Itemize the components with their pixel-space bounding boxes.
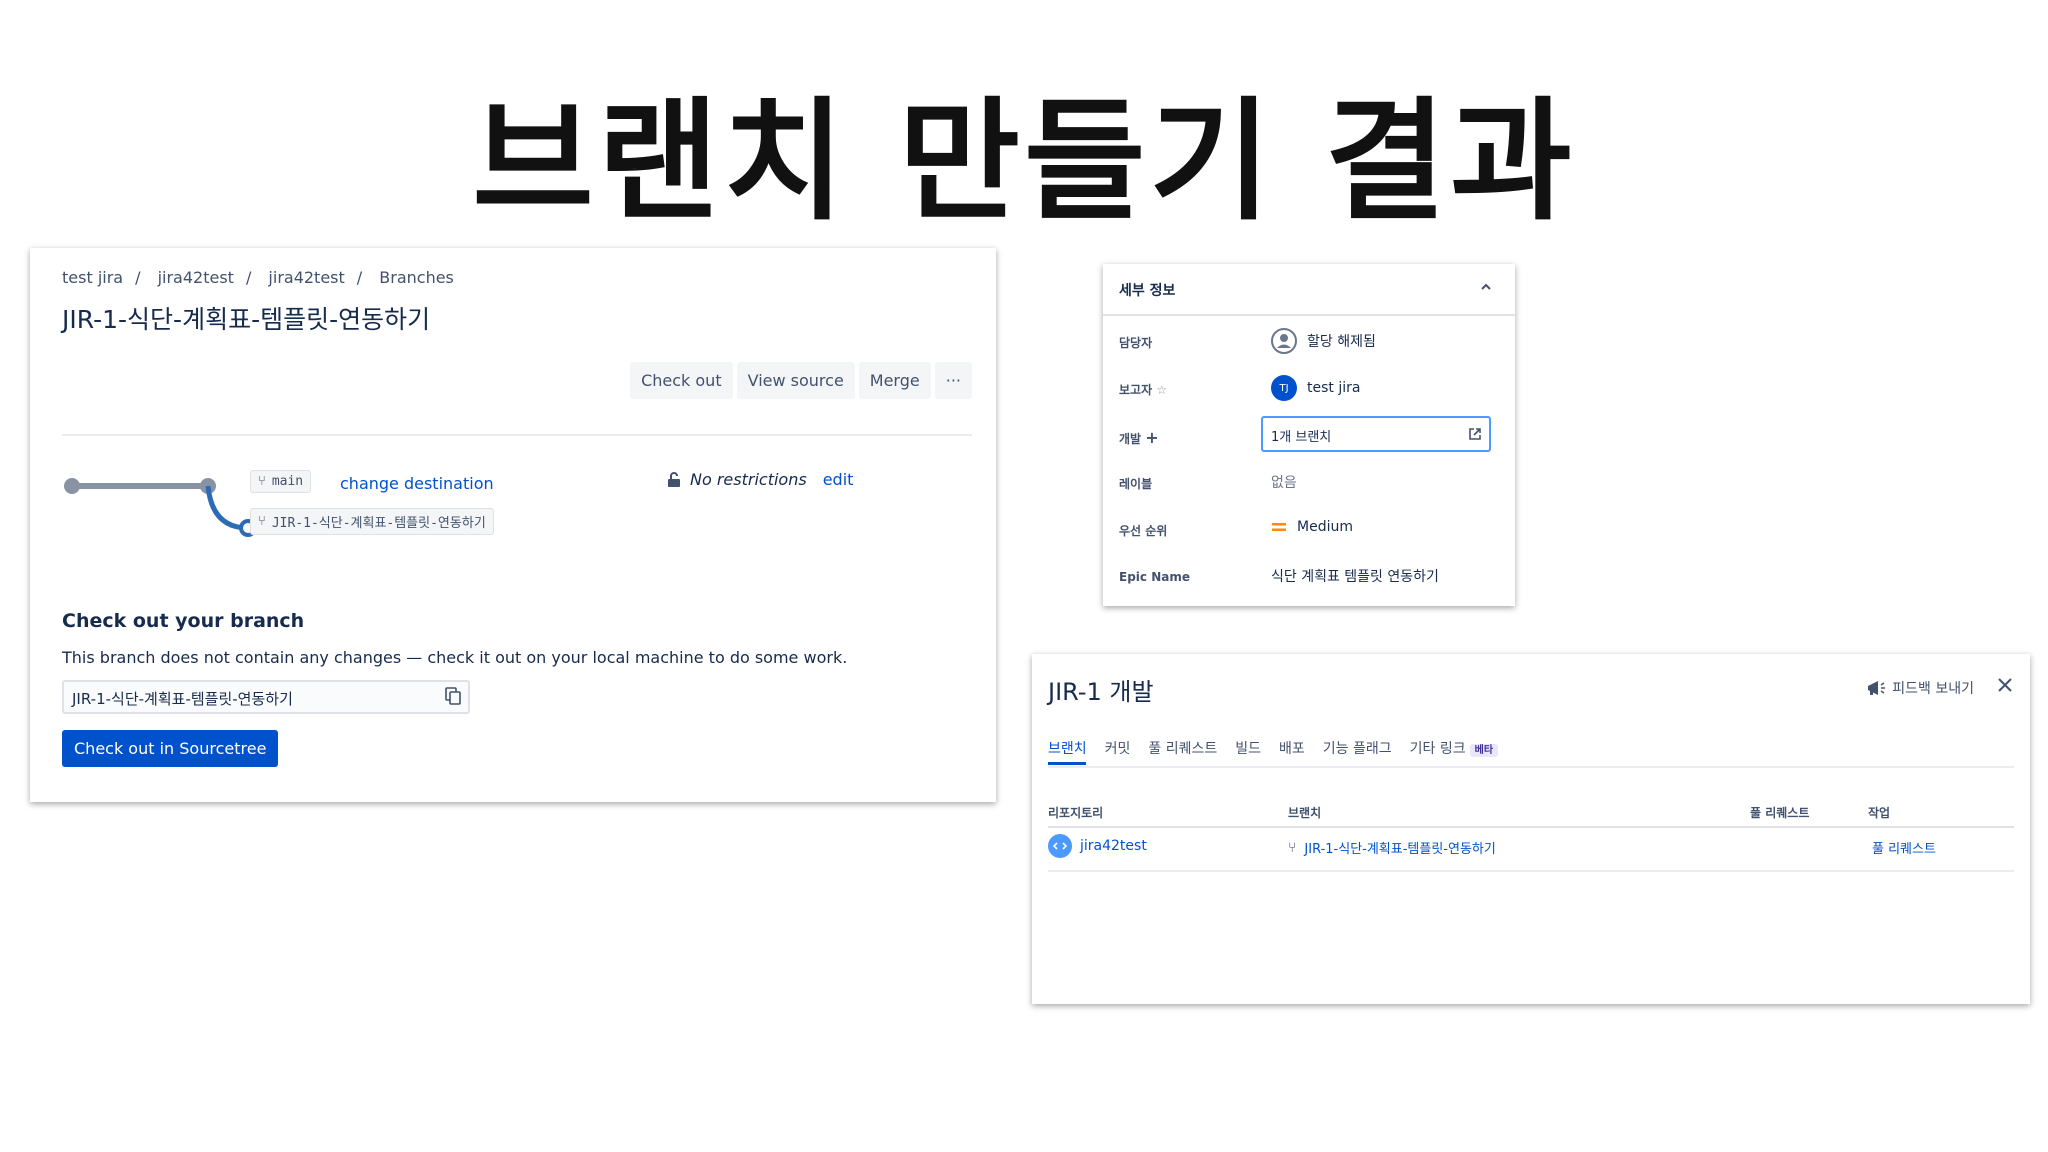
close-icon[interactable]	[1996, 676, 2014, 694]
megaphone-icon	[1868, 681, 1886, 695]
priority-value[interactable]: Medium	[1271, 519, 1353, 535]
breadcrumb-separator: /	[245, 268, 252, 287]
unlock-icon	[668, 471, 680, 487]
bitbucket-branch-panel: test jira / jira42test / jira42test / Branc…	[30, 248, 996, 802]
breadcrumb-item-project[interactable]: jira42test	[158, 268, 234, 287]
branch-link[interactable]: JIR-1-식단-계획표-템플릿-연동하기	[1304, 838, 1495, 857]
feedback-text: 피드백 보내기	[1892, 681, 1974, 697]
details-header-title: 세부 정보	[1119, 283, 1176, 299]
epic-label: Epic Name	[1119, 570, 1190, 584]
tab-pull-requests[interactable]: 풀 리퀘스트	[1148, 738, 1217, 758]
checkout-description: This branch does not contain any changes…	[62, 648, 848, 667]
repository-icon	[1048, 834, 1072, 858]
tab-builds[interactable]: 빌드	[1235, 738, 1261, 758]
copy-icon[interactable]	[444, 687, 462, 705]
breadcrumb-item-branches[interactable]: Branches	[379, 268, 454, 287]
dev-tabs: 브랜치 커밋 풀 리퀘스트 빌드 배포 기능 플래그 기타 링크 베타	[1048, 738, 1499, 758]
column-action: 작업	[1868, 806, 1891, 820]
beta-badge: 베타	[1469, 744, 1499, 757]
jira-dev-dialog: JIR-1 개발 피드백 보내기 브랜치 커밋 풀 리퀘스트 빌드 배포 기능 …	[1032, 654, 2030, 1004]
development-label: 개발 +	[1119, 428, 1159, 447]
repository-link[interactable]: jira42test	[1080, 838, 1147, 854]
branch-icon: ⑂	[258, 514, 266, 529]
branch-graph-icon	[64, 478, 257, 537]
tab-other-links-label: 기타 링크	[1409, 741, 1466, 757]
reporter-label-text: 보고자	[1119, 383, 1153, 397]
details-header[interactable]: 세부 정보	[1103, 264, 1515, 316]
merge-button[interactable]: Merge	[858, 362, 931, 399]
breadcrumb-separator: /	[135, 268, 141, 287]
priority-medium-icon	[1272, 523, 1286, 531]
table-row-branch[interactable]: ⑂ JIR-1-식단-계획표-템플릿-연동하기	[1288, 838, 1496, 858]
dialog-title: JIR-1 개발	[1048, 678, 1154, 706]
star-icon: ☆	[1156, 383, 1168, 397]
view-source-button[interactable]: View source	[736, 362, 855, 399]
reporter-label: 보고자 ☆	[1119, 381, 1167, 398]
restrictions-text: No restrictions	[690, 470, 807, 489]
more-actions-button[interactable]: ···	[934, 362, 972, 399]
column-repository: 리포지토리	[1048, 806, 1104, 820]
table-row-divider	[1048, 870, 2014, 872]
breadcrumb-item-repo[interactable]: jira42test	[268, 268, 344, 287]
branch-icon: ⑂	[1288, 839, 1297, 856]
development-label-text: 개발	[1119, 432, 1142, 446]
page-title: JIR-1-식단-계획표-템플릿-연동하기	[62, 305, 431, 334]
breadcrumb-separator: /	[356, 268, 363, 287]
development-value: 1개 브랜치	[1271, 430, 1332, 445]
assignee-value[interactable]: 할당 해제됨	[1271, 328, 1376, 354]
restrictions: No restrictions edit	[666, 470, 853, 489]
branch-name-value: JIR-1-식단-계획표-템플릿-연동하기	[72, 690, 293, 708]
create-pull-request-link[interactable]: 풀 리퀘스트	[1872, 838, 1936, 857]
epic-value[interactable]: 식단 계획표 템플릿 연동하기	[1271, 566, 1439, 586]
checkout-heading: Check out your branch	[62, 610, 305, 632]
assignee-text: 할당 해제됨	[1307, 334, 1376, 350]
external-link-icon	[1469, 428, 1481, 440]
labels-label: 레이블	[1119, 477, 1153, 491]
tab-deployments[interactable]: 배포	[1279, 738, 1305, 758]
assignee-label: 담당자	[1119, 336, 1153, 350]
priority-label: 우선 순위	[1119, 524, 1168, 538]
reporter-text: test jira	[1307, 380, 1361, 396]
reporter-value[interactable]: TJ test jira	[1271, 375, 1360, 401]
chevron-up-icon[interactable]	[1479, 280, 1493, 294]
slide-title: 브랜치 만들기 결과	[472, 85, 1576, 239]
checkout-sourcetree-button[interactable]: Check out in Sourcetree	[62, 730, 279, 767]
target-branch-pill: ⑂ main	[250, 470, 312, 493]
target-branch-name: main	[271, 474, 304, 489]
divider	[1048, 766, 2014, 768]
breadcrumb: test jira / jira42test / jira42test / Branc…	[62, 268, 454, 287]
reporter-avatar: TJ	[1271, 375, 1297, 401]
breadcrumb-item-workspace[interactable]: test jira	[62, 268, 123, 287]
branch-name-field[interactable]: JIR-1-식단-계획표-템플릿-연동하기	[62, 680, 470, 714]
tab-other-links[interactable]: 기타 링크 베타	[1409, 738, 1499, 758]
labels-value[interactable]: 없음	[1271, 472, 1297, 492]
plus-icon[interactable]: +	[1145, 428, 1158, 447]
development-branch-link[interactable]: 1개 브랜치	[1261, 416, 1491, 452]
priority-text: Medium	[1297, 519, 1353, 535]
edit-restrictions-link[interactable]: edit	[823, 470, 854, 489]
tab-branches[interactable]: 브랜치	[1048, 738, 1087, 758]
branch-icon: ⑂	[258, 474, 266, 489]
source-branch-name: JIR-1-식단-계획표-템플릿-연동하기	[271, 516, 486, 531]
feedback-button[interactable]: 피드백 보내기	[1866, 678, 1974, 698]
active-tab-indicator	[1048, 762, 1086, 765]
unassigned-avatar-icon	[1271, 328, 1297, 354]
change-destination-link[interactable]: change destination	[340, 474, 494, 493]
divider	[62, 434, 972, 436]
divider	[1048, 826, 2014, 828]
tab-commits[interactable]: 커밋	[1105, 738, 1131, 758]
jira-details-panel: 세부 정보 담당자 할당 해제됨 보고자 ☆ TJ test jira 개발 +…	[1103, 264, 1515, 606]
column-branch: 브랜치	[1288, 806, 1322, 820]
branch-actions: Check out View source Merge ···	[630, 362, 972, 399]
table-row-repository[interactable]: jira42test	[1048, 834, 1147, 858]
checkout-button[interactable]: Check out	[630, 362, 733, 399]
source-branch-pill: ⑂ JIR-1-식단-계획표-템플릿-연동하기	[250, 508, 494, 535]
column-pull-request: 풀 리퀘스트	[1750, 806, 1810, 820]
tab-feature-flags[interactable]: 기능 플래그	[1323, 738, 1392, 758]
